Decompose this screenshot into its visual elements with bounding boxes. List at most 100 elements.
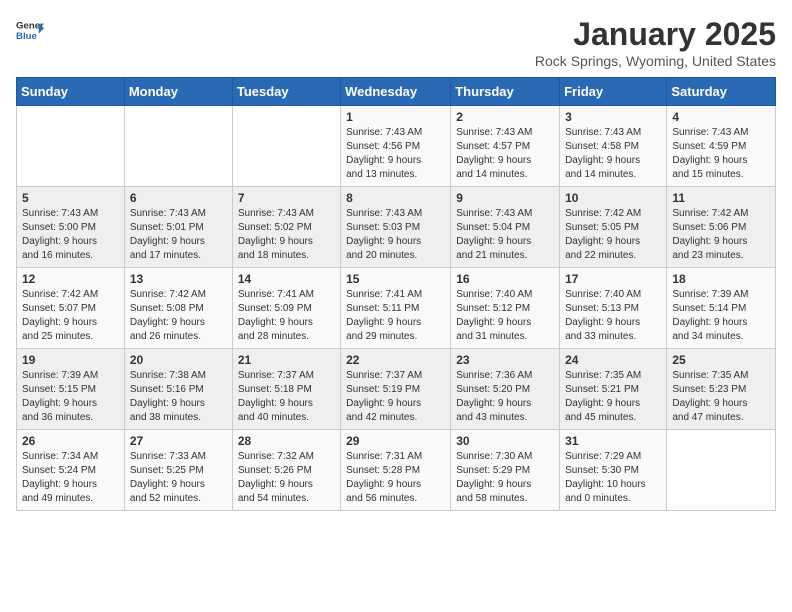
day-number: 12 (22, 272, 119, 286)
day-number: 15 (346, 272, 445, 286)
day-number: 10 (565, 191, 661, 205)
day-number: 8 (346, 191, 445, 205)
week-row-2: 5 Sunrise: 7:43 AM Sunset: 5:00 PM Daylig… (17, 187, 776, 268)
day-info: Sunrise: 7:37 AM Sunset: 5:19 PM Dayligh… (346, 369, 445, 425)
calendar-cell (17, 106, 125, 187)
day-number: 13 (130, 272, 227, 286)
day-number: 1 (346, 110, 445, 124)
calendar-cell: 5 Sunrise: 7:43 AM Sunset: 5:00 PM Daylig… (17, 187, 125, 268)
logo: General Blue (16, 16, 44, 44)
week-row-4: 19 Sunrise: 7:39 AM Sunset: 5:15 PM Dayli… (17, 349, 776, 430)
day-info: Sunrise: 7:41 AM Sunset: 5:11 PM Dayligh… (346, 288, 445, 344)
day-number: 7 (238, 191, 335, 205)
day-info: Sunrise: 7:32 AM Sunset: 5:26 PM Dayligh… (238, 450, 335, 506)
day-info: Sunrise: 7:36 AM Sunset: 5:20 PM Dayligh… (456, 369, 554, 425)
day-number: 5 (22, 191, 119, 205)
day-number: 23 (456, 353, 554, 367)
day-info: Sunrise: 7:43 AM Sunset: 5:03 PM Dayligh… (346, 207, 445, 263)
day-number: 22 (346, 353, 445, 367)
day-number: 4 (672, 110, 770, 124)
day-number: 19 (22, 353, 119, 367)
day-number: 11 (672, 191, 770, 205)
location: Rock Springs, Wyoming, United States (535, 53, 776, 69)
calendar-cell: 19 Sunrise: 7:39 AM Sunset: 5:15 PM Dayli… (17, 349, 125, 430)
day-number: 16 (456, 272, 554, 286)
page-header: General Blue January 2025 Rock Springs, … (16, 16, 776, 69)
month-title: January 2025 (535, 16, 776, 53)
calendar-table: SundayMondayTuesdayWednesdayThursdayFrid… (16, 77, 776, 511)
day-number: 26 (22, 434, 119, 448)
day-info: Sunrise: 7:31 AM Sunset: 5:28 PM Dayligh… (346, 450, 445, 506)
day-info: Sunrise: 7:33 AM Sunset: 5:25 PM Dayligh… (130, 450, 227, 506)
day-info: Sunrise: 7:43 AM Sunset: 4:58 PM Dayligh… (565, 126, 661, 182)
calendar-cell: 31Sunrise: 7:29 AM Sunset: 5:30 PM Dayli… (560, 430, 667, 511)
day-info: Sunrise: 7:35 AM Sunset: 5:23 PM Dayligh… (672, 369, 770, 425)
day-info: Sunrise: 7:43 AM Sunset: 5:02 PM Dayligh… (238, 207, 335, 263)
day-info: Sunrise: 7:42 AM Sunset: 5:06 PM Dayligh… (672, 207, 770, 263)
calendar-cell (232, 106, 340, 187)
day-number: 2 (456, 110, 554, 124)
day-info: Sunrise: 7:43 AM Sunset: 5:00 PM Dayligh… (22, 207, 119, 263)
day-number: 20 (130, 353, 227, 367)
calendar-cell: 3 Sunrise: 7:43 AM Sunset: 4:58 PM Daylig… (560, 106, 667, 187)
day-info: Sunrise: 7:42 AM Sunset: 5:05 PM Dayligh… (565, 207, 661, 263)
day-number: 29 (346, 434, 445, 448)
calendar-cell: 10 Sunrise: 7:42 AM Sunset: 5:05 PM Dayli… (560, 187, 667, 268)
calendar-cell: 24 Sunrise: 7:35 AM Sunset: 5:21 PM Dayli… (560, 349, 667, 430)
day-info: Sunrise: 7:41 AM Sunset: 5:09 PM Dayligh… (238, 288, 335, 344)
calendar-cell: 9 Sunrise: 7:43 AM Sunset: 5:04 PM Daylig… (451, 187, 560, 268)
calendar-cell: 28Sunrise: 7:32 AM Sunset: 5:26 PM Dayli… (232, 430, 340, 511)
calendar-cell: 23 Sunrise: 7:36 AM Sunset: 5:20 PM Dayli… (451, 349, 560, 430)
day-number: 24 (565, 353, 661, 367)
day-number: 21 (238, 353, 335, 367)
calendar-cell: 27Sunrise: 7:33 AM Sunset: 5:25 PM Dayli… (124, 430, 232, 511)
day-info: Sunrise: 7:43 AM Sunset: 4:59 PM Dayligh… (672, 126, 770, 182)
calendar-cell: 1 Sunrise: 7:43 AM Sunset: 4:56 PM Daylig… (341, 106, 451, 187)
calendar-cell: 21 Sunrise: 7:37 AM Sunset: 5:18 PM Dayli… (232, 349, 340, 430)
day-info: Sunrise: 7:43 AM Sunset: 5:01 PM Dayligh… (130, 207, 227, 263)
calendar-cell: 18Sunrise: 7:39 AM Sunset: 5:14 PM Dayli… (667, 268, 776, 349)
week-row-5: 26 Sunrise: 7:34 AM Sunset: 5:24 PM Dayli… (17, 430, 776, 511)
weekday-header-thursday: Thursday (451, 78, 560, 106)
day-info: Sunrise: 7:43 AM Sunset: 4:57 PM Dayligh… (456, 126, 554, 182)
day-info: Sunrise: 7:43 AM Sunset: 4:56 PM Dayligh… (346, 126, 445, 182)
calendar-cell: 11 Sunrise: 7:42 AM Sunset: 5:06 PM Dayli… (667, 187, 776, 268)
calendar-cell: 8 Sunrise: 7:43 AM Sunset: 5:03 PM Daylig… (341, 187, 451, 268)
calendar-cell: 29 Sunrise: 7:31 AM Sunset: 5:28 PM Dayli… (341, 430, 451, 511)
calendar-cell: 7 Sunrise: 7:43 AM Sunset: 5:02 PM Daylig… (232, 187, 340, 268)
svg-text:Blue: Blue (16, 31, 37, 42)
day-number: 30 (456, 434, 554, 448)
day-info: Sunrise: 7:43 AM Sunset: 5:04 PM Dayligh… (456, 207, 554, 263)
calendar-cell: 14 Sunrise: 7:41 AM Sunset: 5:09 PM Dayli… (232, 268, 340, 349)
weekday-header-row: SundayMondayTuesdayWednesdayThursdayFrid… (17, 78, 776, 106)
day-info: Sunrise: 7:34 AM Sunset: 5:24 PM Dayligh… (22, 450, 119, 506)
calendar-cell: 12 Sunrise: 7:42 AM Sunset: 5:07 PM Dayli… (17, 268, 125, 349)
day-info: Sunrise: 7:42 AM Sunset: 5:07 PM Dayligh… (22, 288, 119, 344)
weekday-header-sunday: Sunday (17, 78, 125, 106)
day-info: Sunrise: 7:35 AM Sunset: 5:21 PM Dayligh… (565, 369, 661, 425)
day-number: 18 (672, 272, 770, 286)
calendar-cell (667, 430, 776, 511)
calendar-cell: 2 Sunrise: 7:43 AM Sunset: 4:57 PM Daylig… (451, 106, 560, 187)
day-number: 3 (565, 110, 661, 124)
calendar-cell: 16Sunrise: 7:40 AM Sunset: 5:12 PM Dayli… (451, 268, 560, 349)
weekday-header-saturday: Saturday (667, 78, 776, 106)
day-info: Sunrise: 7:37 AM Sunset: 5:18 PM Dayligh… (238, 369, 335, 425)
calendar-cell: 4 Sunrise: 7:43 AM Sunset: 4:59 PM Daylig… (667, 106, 776, 187)
day-info: Sunrise: 7:38 AM Sunset: 5:16 PM Dayligh… (130, 369, 227, 425)
weekday-header-monday: Monday (124, 78, 232, 106)
calendar-cell: 25 Sunrise: 7:35 AM Sunset: 5:23 PM Dayli… (667, 349, 776, 430)
day-number: 14 (238, 272, 335, 286)
day-info: Sunrise: 7:39 AM Sunset: 5:15 PM Dayligh… (22, 369, 119, 425)
calendar-cell: 13 Sunrise: 7:42 AM Sunset: 5:08 PM Dayli… (124, 268, 232, 349)
week-row-3: 12 Sunrise: 7:42 AM Sunset: 5:07 PM Dayli… (17, 268, 776, 349)
title-block: January 2025 Rock Springs, Wyoming, Unit… (535, 16, 776, 69)
day-info: Sunrise: 7:30 AM Sunset: 5:29 PM Dayligh… (456, 450, 554, 506)
calendar-cell: 22 Sunrise: 7:37 AM Sunset: 5:19 PM Dayli… (341, 349, 451, 430)
day-info: Sunrise: 7:29 AM Sunset: 5:30 PM Dayligh… (565, 450, 661, 506)
calendar-cell: 20 Sunrise: 7:38 AM Sunset: 5:16 PM Dayli… (124, 349, 232, 430)
weekday-header-wednesday: Wednesday (341, 78, 451, 106)
day-info: Sunrise: 7:42 AM Sunset: 5:08 PM Dayligh… (130, 288, 227, 344)
day-number: 9 (456, 191, 554, 205)
day-number: 25 (672, 353, 770, 367)
